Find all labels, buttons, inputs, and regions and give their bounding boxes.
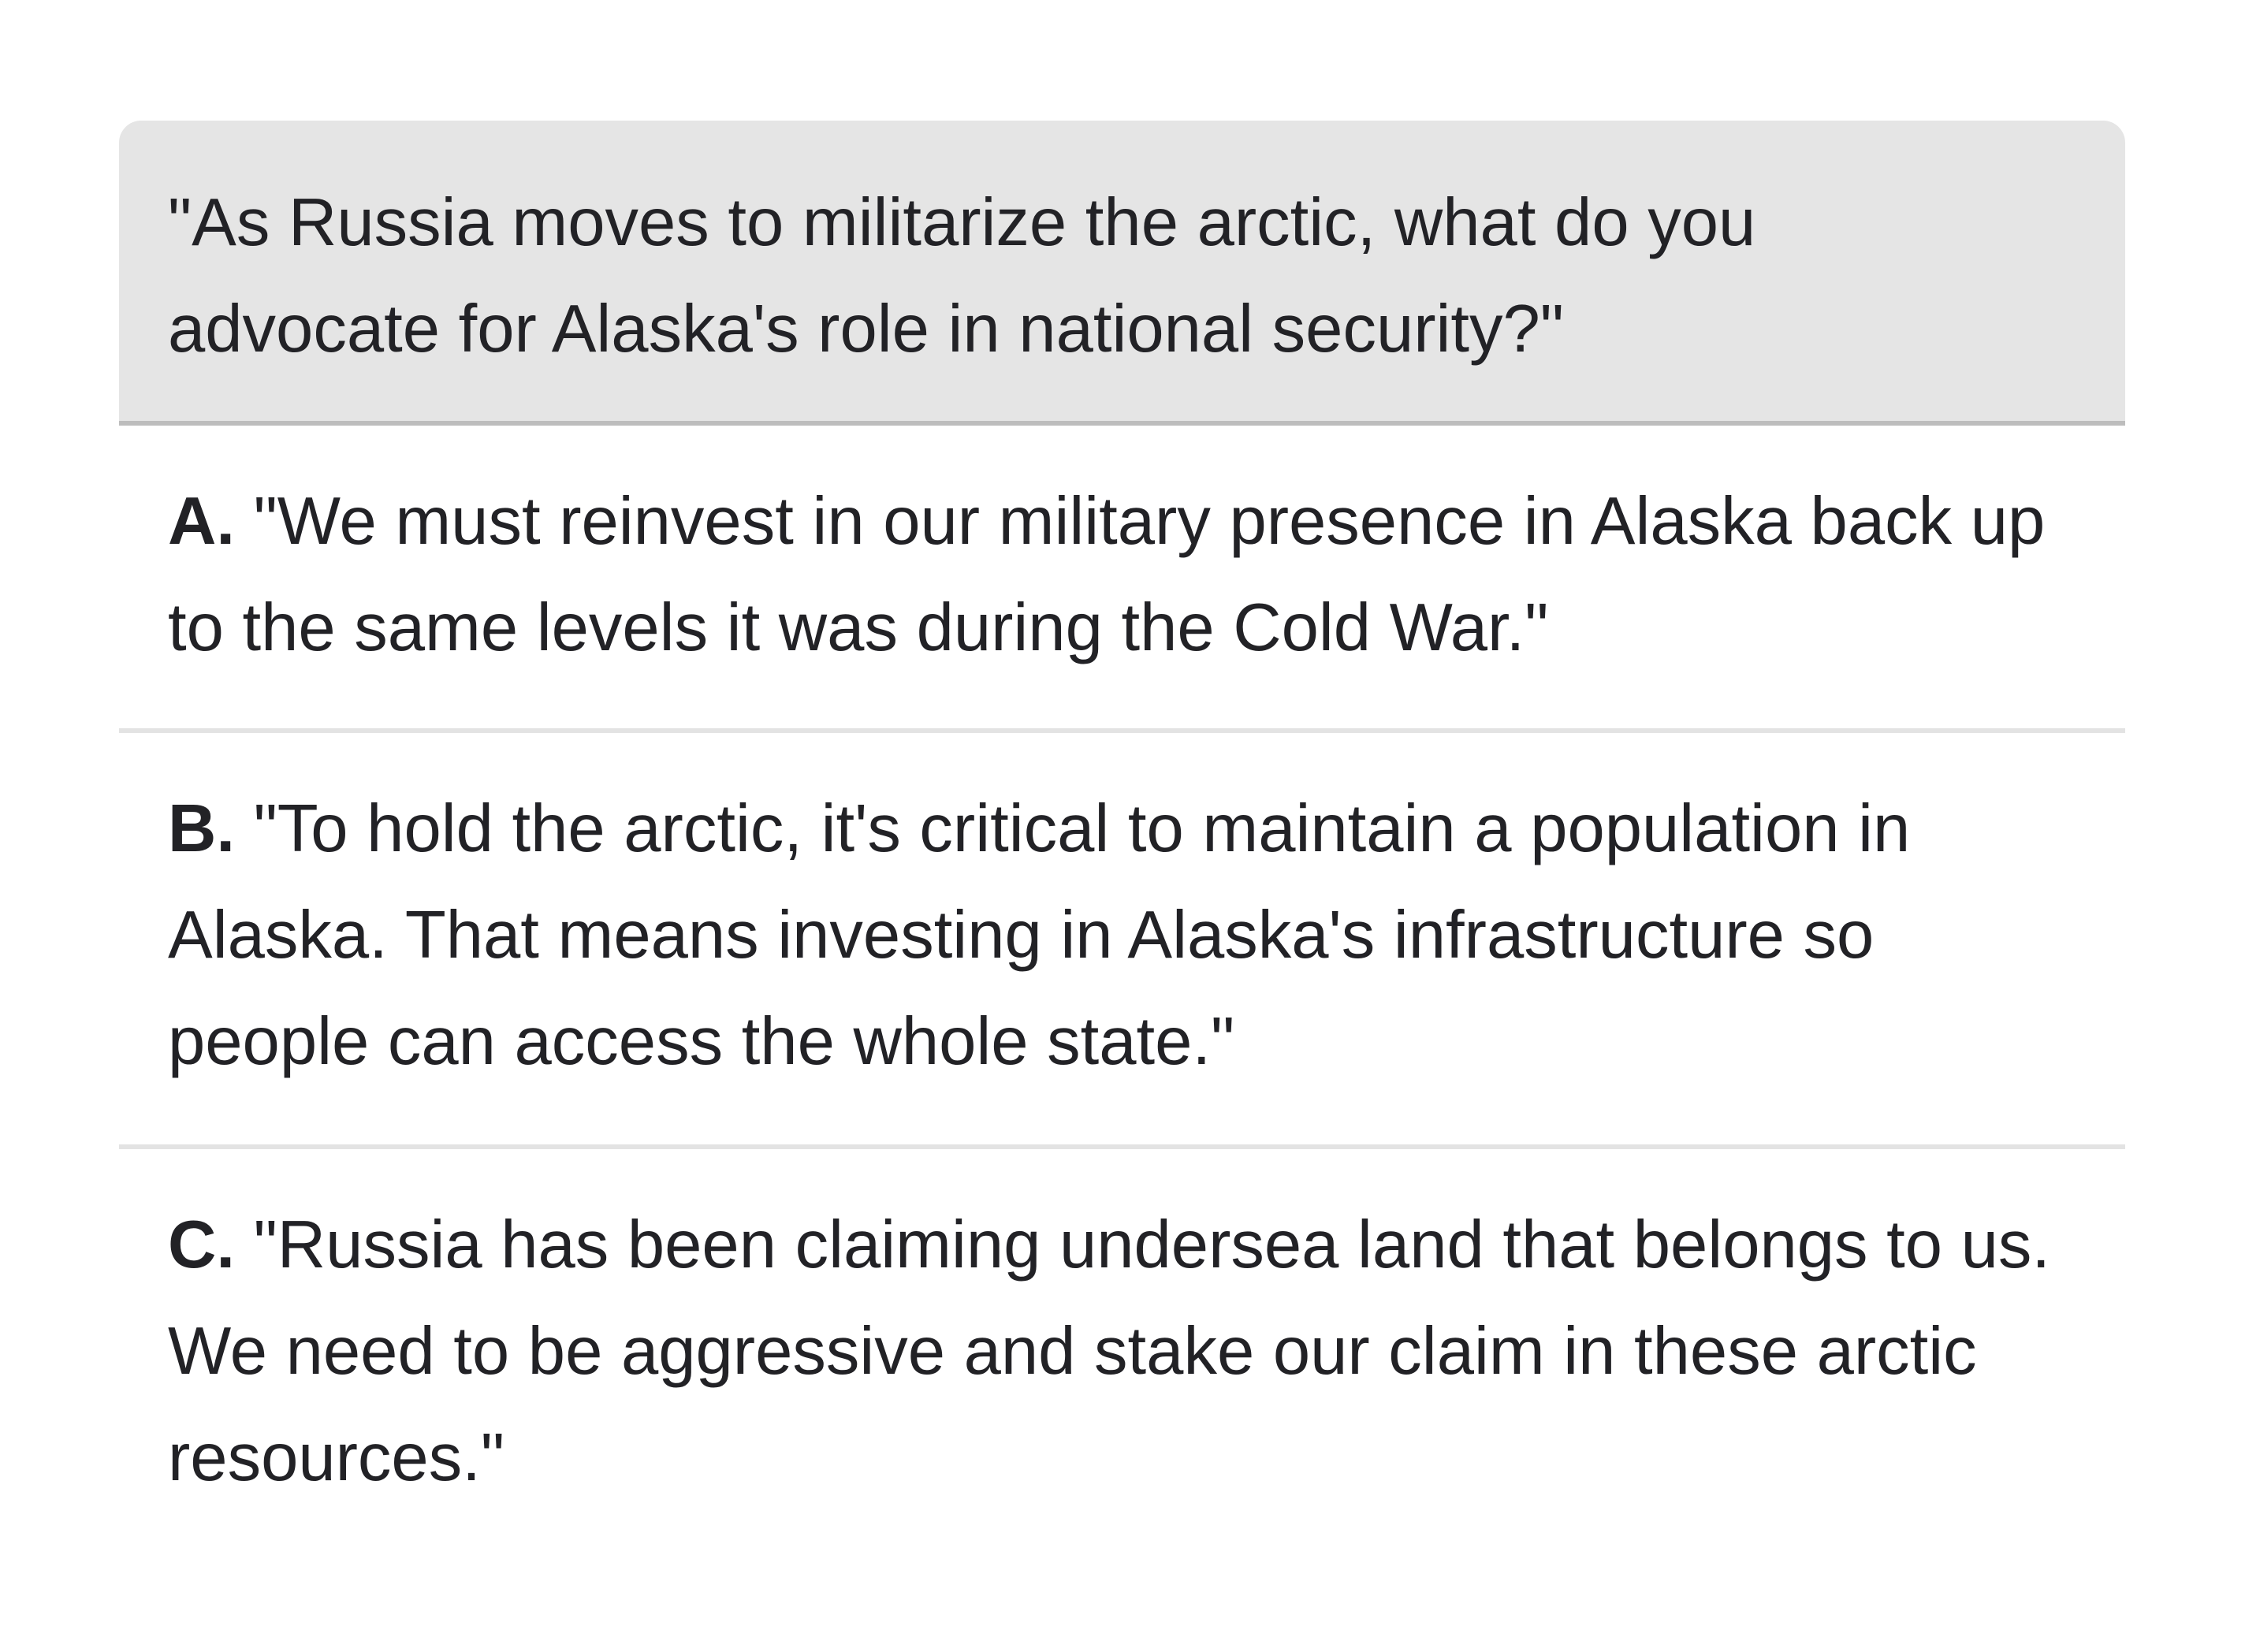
option-text: "We must reinvest in our military presen… [168, 484, 2046, 665]
question-box: "As Russia moves to militarize the arcti… [119, 121, 2125, 426]
option-letter: B. [168, 791, 235, 866]
option-letter: A. [168, 484, 235, 559]
answer-option-a[interactable]: A. "We must reinvest in our military pre… [119, 426, 2125, 733]
option-letter: C. [168, 1207, 235, 1282]
question-text: "As Russia moves to militarize the arcti… [168, 185, 1756, 366]
option-text: "To hold the arctic, it's critical to ma… [168, 791, 1911, 1079]
answer-option-c[interactable]: C. "Russia has been claiming undersea la… [119, 1149, 2125, 1527]
option-text: "Russia has been claiming undersea land … [168, 1207, 2051, 1495]
quiz-card: "As Russia moves to militarize the arcti… [119, 121, 2125, 1527]
answer-option-b[interactable]: B. "To hold the arctic, it's critical to… [119, 733, 2125, 1149]
